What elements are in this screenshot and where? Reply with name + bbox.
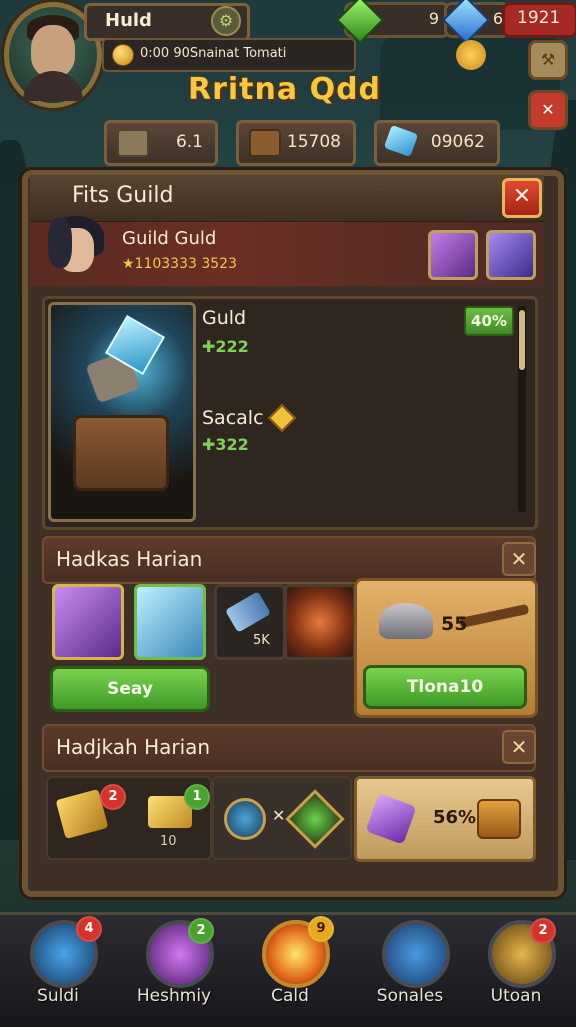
nav-badge-cald: 9 xyxy=(308,916,334,942)
potion-slot[interactable] xyxy=(428,230,478,280)
resource-crystal[interactable]: 09062 xyxy=(374,120,500,166)
featured-item-art[interactable] xyxy=(48,302,196,522)
nav-label-utoan: Utoan xyxy=(490,986,542,1006)
reward-badge-1: 2 xyxy=(100,784,126,810)
daily-section-1-header: Hadkas Harian xyxy=(42,536,536,584)
purple-gem-icon xyxy=(365,793,417,845)
helmet-icon xyxy=(379,603,433,639)
amethyst-slot[interactable] xyxy=(486,230,536,280)
treasure-box-icon xyxy=(477,799,521,839)
scroll-icon xyxy=(225,591,271,633)
featured-item1-value: ✚222 xyxy=(202,337,249,356)
wooden-staff-icon xyxy=(458,603,530,629)
daily-section-1-title: Hadkas Harian xyxy=(56,547,203,571)
nav-label-cald: Cald xyxy=(271,986,309,1006)
blue-gem-icon xyxy=(441,0,491,45)
player-status-bar: 0:00 90Snainat Tomati xyxy=(102,38,356,72)
avatar-shirt xyxy=(23,71,83,101)
bundle-value: 56% xyxy=(433,807,477,828)
crystal-icon xyxy=(383,124,419,158)
guild-leader-avatar xyxy=(40,210,110,282)
section-1-close-button[interactable]: ✕ xyxy=(502,542,536,576)
daily-section-2-header: Hadjkah Harian xyxy=(42,724,536,772)
item-slot-purple-crystal[interactable] xyxy=(52,584,124,660)
featured-item2-name: Sacalc xyxy=(202,407,264,429)
chest-icon xyxy=(249,129,281,157)
nav-item-sonales[interactable]: Sonales xyxy=(362,912,458,1024)
resource-crate[interactable]: 6.1 xyxy=(104,120,218,166)
nav-item-suldi[interactable]: 4 Suldi xyxy=(10,912,106,1024)
nav-item-heshmiy[interactable]: 2 Heshmiy xyxy=(126,912,222,1024)
reward-slot-count: 10 xyxy=(160,834,177,849)
reward-slot-bundle[interactable]: 56% xyxy=(354,776,536,862)
crate-icon xyxy=(117,129,149,157)
nav-item-utoan[interactable]: 2 Utoan xyxy=(468,912,564,1024)
resource-chest-value: 15708 xyxy=(286,132,341,152)
panel-close-button[interactable]: ✕ xyxy=(502,178,542,218)
reward-slot-amulets[interactable]: ✕ xyxy=(212,776,352,860)
blue-gem-currency[interactable]: 6 xyxy=(441,0,510,45)
red-currency[interactable]: 1921 xyxy=(502,2,576,38)
claim-button-label: Seay xyxy=(107,679,153,699)
green-gem-currency[interactable]: 9 xyxy=(335,0,450,45)
player-name-bar: Huld ⚙ xyxy=(84,3,250,41)
nav-label-suldi: Suldi xyxy=(37,986,79,1006)
item-slot-blue-sword[interactable] xyxy=(134,584,206,660)
red-currency-value: 1921 xyxy=(517,8,561,28)
treasure-chest-icon xyxy=(73,415,169,491)
nav-label-heshmiy: Heshmiy xyxy=(136,986,212,1006)
coin-icon xyxy=(112,44,134,66)
nav-badge-suldi: 4 xyxy=(76,916,102,942)
special-offer-card[interactable]: 55 Tlona10 xyxy=(354,578,538,718)
scrollbar-thumb[interactable] xyxy=(519,310,525,370)
green-gem-value: 9 xyxy=(428,9,439,28)
player-status-text: 0:00 90Snainat Tomati xyxy=(140,46,287,61)
gold-badge-icon xyxy=(456,40,486,70)
discount-badge: 40% xyxy=(464,306,514,336)
tools-button[interactable]: ⚒ xyxy=(528,40,568,80)
reward-badge-2: 1 xyxy=(184,784,210,810)
settings-gear-icon[interactable]: ⚙ xyxy=(211,6,241,36)
multiply-icon: ✕ xyxy=(272,806,286,825)
resource-crystal-value: 09062 xyxy=(430,132,485,152)
resource-chest[interactable]: 15708 xyxy=(236,120,356,166)
shield-icon xyxy=(382,920,450,988)
special-offer-button-label: Tlona10 xyxy=(406,677,484,697)
section-2-close-button[interactable]: ✕ xyxy=(502,730,536,764)
guild-panel-title: Fits Guild xyxy=(72,183,174,208)
nav-item-cald[interactable]: 9 Cald xyxy=(242,912,338,1024)
green-amulet-icon xyxy=(285,789,345,849)
featured-scrollbar[interactable] xyxy=(518,306,526,512)
blue-amulet-icon xyxy=(224,798,266,840)
daily-section-2-title: Hadjkah Harian xyxy=(56,735,211,759)
player-name: Huld xyxy=(105,10,152,31)
resource-crate-value: 6.1 xyxy=(175,132,203,152)
special-offer-value: 55 xyxy=(441,613,468,635)
close-top-button[interactable]: ✕ xyxy=(528,90,568,130)
claim-button[interactable]: Seay xyxy=(50,666,210,712)
guild-name: Guild Guld xyxy=(122,228,217,249)
nav-badge-utoan: 2 xyxy=(530,918,556,944)
reward-slot-gold[interactable]: 2 1 10 xyxy=(46,776,212,860)
guild-stars: ★1103333 3523 xyxy=(122,256,237,272)
special-offer-button[interactable]: Tlona10 xyxy=(363,665,527,709)
nav-label-sonales: Sonales xyxy=(376,986,444,1006)
nav-badge-heshmiy: 2 xyxy=(188,918,214,944)
featured-item2-value: ✚322 xyxy=(202,435,249,454)
featured-item1-name: Guld xyxy=(202,307,247,329)
item-slot-orb[interactable] xyxy=(284,584,356,660)
screen-title: Rritna Qdd xyxy=(188,72,382,107)
avatar-face xyxy=(31,25,75,77)
item-slot-scroll[interactable]: 5K xyxy=(214,584,286,660)
item-slot-scroll-label: 5K xyxy=(253,633,270,648)
